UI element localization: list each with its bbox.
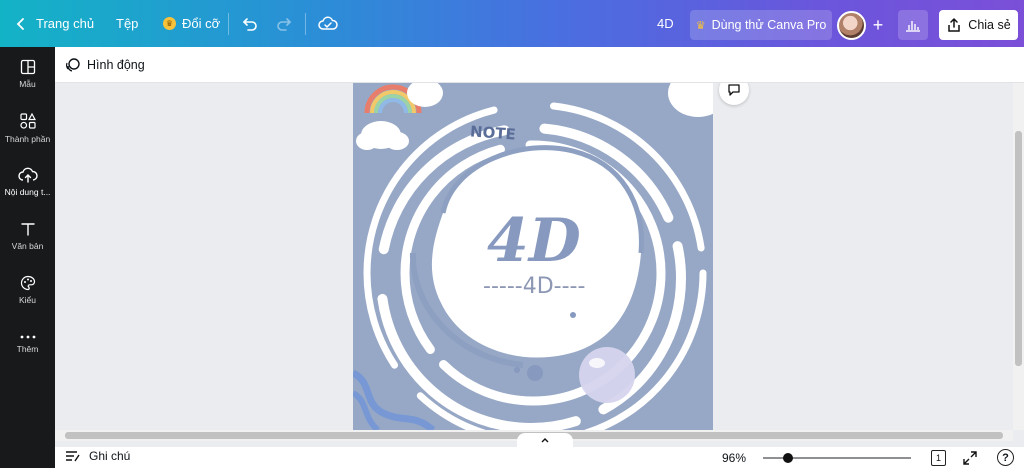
try-pro-label: Dùng thử Canva Pro: [711, 18, 827, 32]
more-icon: [20, 335, 35, 339]
save-status-button[interactable]: [318, 0, 338, 47]
sidebar-item-label: Thành phần: [4, 134, 51, 144]
note-text: NOTE: [469, 122, 516, 143]
animate-label: Hình động: [87, 58, 145, 72]
sidebar-item-styles[interactable]: Kiểu: [0, 263, 55, 317]
text-icon: [20, 223, 35, 236]
animate-icon: [66, 58, 80, 72]
home-button[interactable]: Trang chủ: [14, 0, 94, 47]
notes-toggle-tab[interactable]: [517, 433, 573, 447]
share-label: Chia sẻ: [968, 18, 1011, 32]
sidebar-item-elements[interactable]: Thành phần: [0, 101, 55, 155]
avatar[interactable]: [837, 11, 866, 40]
sidebar-item-label: Văn bản: [11, 241, 44, 251]
design-title: 4D: [487, 206, 581, 276]
help-button[interactable]: ?: [997, 449, 1014, 466]
expand-icon: [963, 451, 977, 465]
redo-button[interactable]: [275, 0, 293, 47]
share-icon: [948, 17, 961, 32]
share-button[interactable]: Chia sẻ: [939, 10, 1018, 40]
context-toolbar: Hình động: [55, 47, 1024, 83]
elements-icon: [19, 112, 36, 129]
sidebar-item-label: Thêm: [16, 344, 39, 354]
fullscreen-button[interactable]: [961, 449, 979, 467]
design-page[interactable]: NOTE 4D -----4D----: [353, 83, 713, 430]
page-count: 1: [935, 453, 941, 463]
template-icon: [20, 59, 35, 75]
add-collaborator-button[interactable]: +: [866, 11, 890, 40]
design-artwork: NOTE 4D -----4D----: [353, 83, 713, 430]
sidebar-item-label: Mẫu: [19, 79, 36, 89]
design-subtitle: -----4D----: [483, 274, 585, 299]
bar-chart-icon: [906, 21, 920, 32]
file-label: Tệp: [116, 16, 139, 31]
redo-icon: [277, 17, 292, 31]
toolbar-divider: [305, 13, 306, 35]
toolbar-divider: [228, 13, 229, 35]
chevron-left-icon: [16, 17, 24, 30]
file-menu-button[interactable]: Tệp: [116, 0, 138, 47]
sidebar-item-templates[interactable]: Mẫu: [0, 47, 55, 101]
palette-icon: [20, 275, 35, 291]
help-icon: ?: [1002, 451, 1009, 464]
resize-button[interactable]: ♛ Đổi cỡ: [163, 0, 220, 47]
animate-button[interactable]: Hình động: [65, 55, 145, 75]
undo-button[interactable]: [241, 0, 259, 47]
comment-icon: [728, 84, 740, 96]
add-comment-button[interactable]: [719, 83, 749, 105]
sidebar-item-more[interactable]: Thêm: [0, 317, 55, 371]
sidebar-item-uploads[interactable]: Nội dung t...: [0, 155, 55, 209]
home-label: Trang chủ: [36, 16, 95, 31]
top-toolbar: Trang chủ Tệp ♛ Đổi cỡ 4D ♛ Dùng thử Can…: [0, 0, 1024, 47]
page-count-button[interactable]: 1: [931, 450, 946, 466]
sidebar-item-label: Kiểu: [18, 295, 36, 305]
upload-icon: [17, 167, 38, 183]
sidebar-item-text[interactable]: Văn bản: [0, 209, 55, 263]
scrollbar-thumb[interactable]: [1015, 131, 1022, 366]
crown-icon: ♛: [163, 17, 176, 30]
crown-icon: ♛: [695, 19, 706, 32]
document-title[interactable]: 4D: [657, 0, 674, 47]
chevron-up-icon: [541, 438, 549, 443]
vertical-scrollbar[interactable]: [1013, 83, 1024, 430]
document-title-text: 4D: [657, 16, 674, 31]
undo-icon: [242, 17, 257, 31]
notes-label: Ghi chú: [89, 449, 131, 463]
sidebar-item-label: Nội dung t...: [4, 187, 51, 197]
bottom-toolbar: Ghi chú 96% 1 ?: [55, 447, 1024, 468]
left-sidebar: Mẫu Thành phần Nội dung t... Văn bản Kiể…: [0, 47, 55, 468]
zoom-level[interactable]: 96%: [722, 451, 746, 465]
cloud-check-icon: [318, 16, 338, 30]
zoom-slider-handle[interactable]: [783, 453, 793, 463]
try-pro-button[interactable]: ♛ Dùng thử Canva Pro: [690, 10, 832, 40]
insights-button[interactable]: [898, 10, 928, 40]
editor-canvas: NOTE 4D -----4D----: [55, 83, 1013, 430]
notes-button[interactable]: Ghi chú: [65, 449, 130, 463]
notes-icon: [66, 451, 80, 462]
plus-icon: +: [872, 15, 884, 35]
resize-label: Đổi cỡ: [182, 16, 221, 31]
